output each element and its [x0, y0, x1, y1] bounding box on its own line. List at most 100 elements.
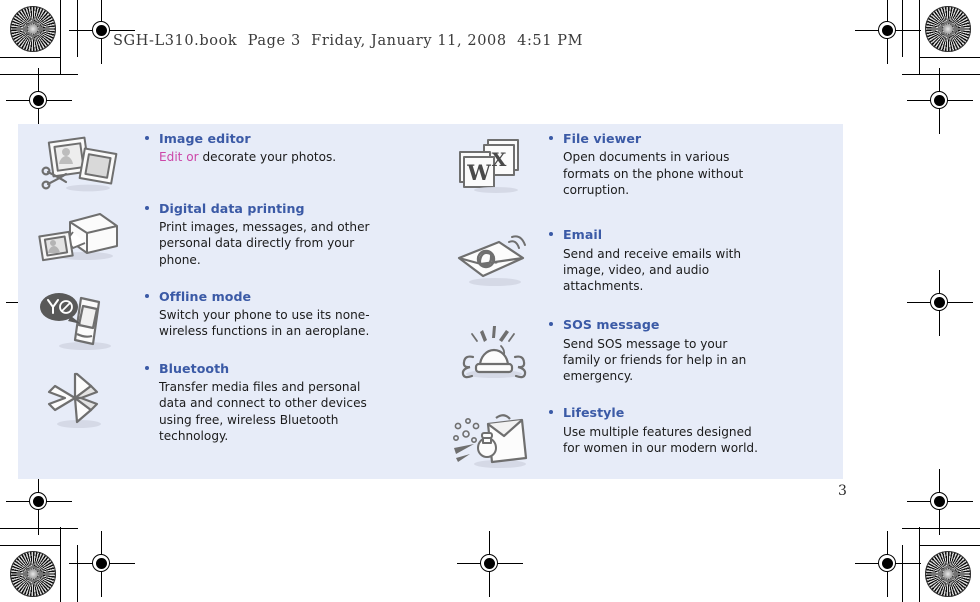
description-text: decorate your photos.: [202, 150, 337, 165]
bullet-icon: [549, 232, 553, 237]
bullet-icon: [549, 136, 553, 140]
scanned-manual-page: SGH-L310.book Page 3 Friday, January 11,…: [0, 0, 980, 602]
highlight-text: Edit or: [159, 150, 203, 165]
lifestyle-icon: [447, 410, 539, 472]
feature-item: Bluetooth Transfer media files and perso…: [47, 360, 439, 444]
feature-description: Transfer media files and personal data a…: [159, 379, 374, 444]
feature-item: SOS message Send SOS message to your fam…: [461, 317, 843, 385]
bullet-icon: [549, 410, 553, 415]
feature-title: Image editor: [159, 131, 251, 146]
feature-description: Send SOS message to your family or frien…: [563, 336, 765, 385]
feature-heading: Email: [549, 227, 843, 243]
feature-text: Email Send and receive emails with image…: [549, 227, 843, 295]
feature-description: Open documents in various formats on the…: [563, 149, 765, 198]
feature-title: SOS message: [563, 317, 660, 333]
description-text: Open documents in various formats on the…: [563, 150, 744, 197]
bullet-icon: [145, 205, 149, 210]
registration-target: [907, 469, 973, 535]
description-text: Use multiple features designed for women…: [563, 424, 758, 455]
registration-target: [907, 270, 973, 336]
feature-heading: Image editor: [145, 131, 439, 146]
feature-item: W X File viewer Open documents in variou…: [459, 131, 843, 198]
trim-rule: [919, 0, 920, 75]
trim-rule: [60, 0, 61, 75]
feature-description: Use multiple features designed for women…: [563, 424, 765, 456]
density-patch: [925, 6, 971, 52]
description-text: Send SOS message to your family or frien…: [563, 336, 747, 384]
left-column: Image editor Edit or decorate your photo…: [18, 124, 439, 479]
registration-target: [855, 0, 921, 64]
feature-title: Offline mode: [159, 288, 252, 304]
description-text: Switch your phone to use its none-wirele…: [159, 308, 370, 339]
bullet-icon: [145, 365, 149, 370]
feature-heading: File viewer: [549, 131, 843, 146]
feature-text: Bluetooth Transfer media files and perso…: [145, 360, 439, 444]
feature-title: Email: [563, 227, 603, 243]
trim-rule: [902, 528, 980, 529]
feature-text: File viewer Open documents in various fo…: [549, 131, 843, 198]
right-column: W X File viewer Open documents in variou…: [439, 124, 843, 479]
feature-item: Image editor Edit or decorate your photo…: [41, 131, 439, 192]
trim-rule: [902, 74, 980, 75]
feature-text: Offline mode Switch your phone to use it…: [145, 288, 439, 340]
registration-target: [6, 68, 72, 134]
registration-target: [457, 531, 523, 597]
feature-heading: Digital data printing: [145, 200, 439, 216]
trim-rule: [0, 528, 78, 529]
trim-rule: [77, 0, 78, 57]
trim-rule: [0, 545, 61, 546]
feature-description: Switch your phone to use its none-wirele…: [159, 307, 374, 339]
feature-heading: Lifestyle: [549, 405, 843, 421]
feature-item: Offline mode Switch your phone to use it…: [40, 288, 439, 350]
trim-rule: [60, 527, 61, 602]
registration-target: [6, 469, 72, 535]
density-patch: [10, 6, 56, 52]
bluetooth-icon: [27, 370, 131, 434]
feature-item: Lifestyle Use multiple features designed…: [453, 405, 843, 469]
offline-mode-icon: [27, 290, 131, 356]
density-patch: [10, 551, 56, 597]
feature-title: Bluetooth: [159, 360, 230, 376]
printer-icon: [27, 206, 131, 266]
feature-heading: SOS message: [549, 317, 843, 333]
feature-description: Send and receive emails with image, vide…: [563, 246, 765, 295]
svg-text:X: X: [492, 149, 507, 171]
bullet-icon: [549, 322, 553, 327]
email-icon: [447, 232, 539, 290]
feature-text: Image editor Edit or decorate your photo…: [145, 131, 439, 166]
svg-text:W: W: [466, 160, 491, 185]
sos-message-icon: [447, 322, 539, 384]
description-text: Transfer media files and personal data a…: [159, 380, 367, 443]
feature-title: Lifestyle: [563, 405, 625, 421]
trim-rule: [77, 545, 78, 602]
image-editor-icon: [27, 134, 131, 196]
file-viewer-icon: W X: [447, 136, 539, 194]
registration-target: [69, 531, 135, 597]
feature-title: File viewer: [563, 131, 642, 146]
feature-item: Email Send and receive emails with image…: [457, 227, 843, 295]
trim-rule: [919, 527, 920, 602]
feature-description: Edit or decorate your photos.: [159, 149, 374, 165]
trim-rule: [0, 74, 78, 75]
feature-description: Print images, messages, and other person…: [159, 219, 374, 268]
feature-panel: Image editor Edit or decorate your photo…: [18, 124, 843, 479]
feature-heading: Bluetooth: [145, 360, 439, 376]
feature-text: Lifestyle Use multiple features designed…: [549, 405, 843, 456]
registration-target: [907, 68, 973, 134]
trim-rule: [919, 545, 980, 546]
description-text: Print images, messages, and other person…: [159, 220, 370, 267]
feature-text: Digital data printing Print images, mess…: [145, 200, 439, 268]
bullet-icon: [145, 293, 149, 298]
feature-text: SOS message Send SOS message to your fam…: [549, 317, 843, 385]
feature-heading: Offline mode: [145, 288, 439, 304]
bullet-icon: [145, 136, 149, 140]
running-header: SGH-L310.book Page 3 Friday, January 11,…: [113, 33, 584, 49]
trim-rule: [0, 57, 61, 58]
page-number: 3: [838, 483, 847, 499]
description-text: Send and receive emails with image, vide…: [563, 246, 742, 293]
registration-target: [855, 531, 921, 597]
density-patch: [925, 551, 971, 597]
feature-title: Digital data printing: [159, 200, 305, 216]
feature-item: Digital data printing Print images, mess…: [38, 200, 439, 268]
trim-rule: [919, 57, 980, 58]
